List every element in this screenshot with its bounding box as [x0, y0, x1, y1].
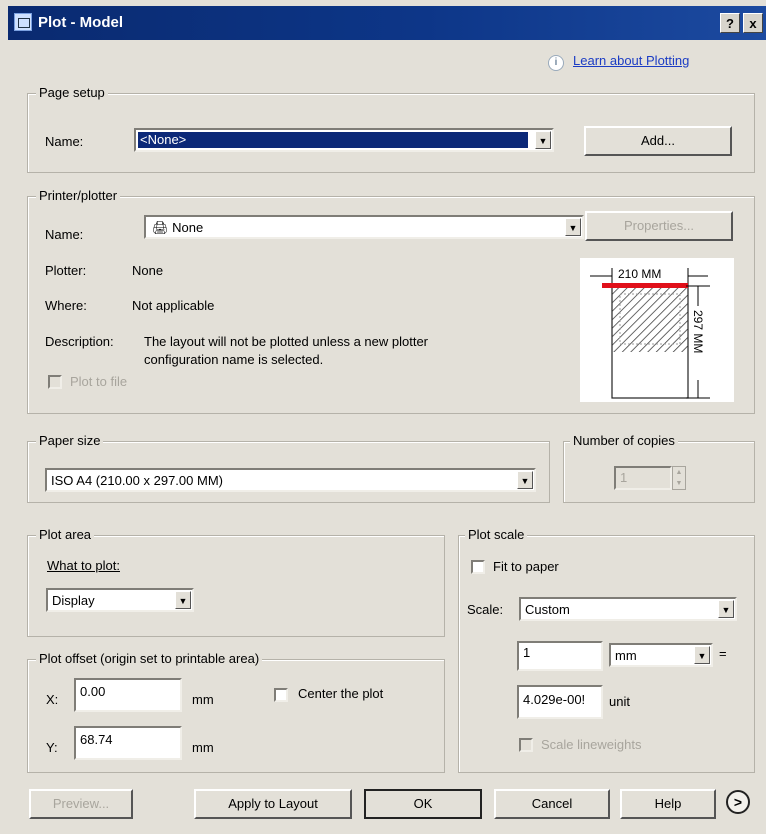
learn-about-plotting-link[interactable]: Learn about Plotting: [573, 53, 689, 68]
apply-to-layout-button[interactable]: Apply to Layout: [194, 789, 352, 819]
where-label: Where:: [45, 298, 87, 313]
scale-equals-sign: =: [719, 646, 727, 661]
close-button[interactable]: x: [743, 13, 763, 33]
printer-name-label: Name:: [45, 227, 84, 242]
scale-numerator-input[interactable]: 1: [517, 641, 603, 671]
paper-preview-graphic: 210 MM 297 MM: [590, 267, 710, 399]
plot-scale-legend: Plot scale: [465, 527, 528, 542]
y-offset-input[interactable]: 68.74: [74, 726, 182, 760]
page-setup-legend: Page setup: [36, 85, 108, 100]
chevron-down-icon[interactable]: ▼: [718, 600, 734, 618]
printer-name-value: None: [172, 220, 204, 235]
ok-button[interactable]: OK: [364, 789, 482, 819]
scale-unit-value: mm: [615, 648, 637, 663]
more-options-button[interactable]: >: [726, 790, 750, 814]
page-setup-group: Page setup Name: <None> ▼ Add...: [27, 85, 755, 173]
help-title-button[interactable]: ?: [720, 13, 740, 33]
x-offset-input[interactable]: 0.00: [74, 678, 182, 712]
scale-lineweights-label: Scale lineweights: [541, 737, 642, 752]
scale-denominator-unit: unit: [609, 694, 630, 709]
x-offset-label: X:: [46, 692, 59, 707]
fit-to-paper-checkbox[interactable]: [471, 560, 485, 574]
chevron-down-icon[interactable]: ▼: [565, 218, 581, 236]
add-page-setup-button[interactable]: Add...: [584, 126, 732, 156]
title-bar: Plot - Model ? x: [8, 6, 766, 40]
info-icon: i: [548, 55, 564, 71]
plot-scale-group: Plot scale Fit to paper Scale: Custom ▼ …: [458, 527, 755, 773]
what-to-plot-value: Display: [52, 593, 95, 608]
printable-area-hatch: [612, 286, 688, 352]
copies-input[interactable]: 1: [614, 466, 672, 490]
scale-dropdown[interactable]: Custom ▼: [519, 597, 737, 621]
chevron-down-icon[interactable]: ▼: [694, 646, 710, 664]
page-setup-name-label: Name:: [45, 134, 84, 149]
center-plot-checkbox[interactable]: [274, 688, 288, 702]
printer-name-dropdown[interactable]: 🖨 None ▼: [144, 215, 584, 239]
plot-area-group: Plot area What to plot: Display ▼: [27, 527, 445, 637]
cancel-button[interactable]: Cancel: [494, 789, 610, 819]
scale-lineweights-checkbox[interactable]: [519, 738, 533, 752]
paper-height-label: 297 MM: [691, 310, 705, 353]
chevron-down-icon[interactable]: ▼: [535, 131, 551, 149]
chevron-down-icon[interactable]: ▼: [175, 591, 191, 609]
paper-size-dropdown[interactable]: ISO A4 (210.00 x 297.00 MM) ▼: [45, 468, 536, 492]
help-button[interactable]: Help: [620, 789, 716, 819]
copies-spinner[interactable]: ▲ ▼: [672, 466, 686, 490]
plot-offset-group: Plot offset (origin set to printable are…: [27, 651, 445, 773]
plot-app-icon: [14, 13, 32, 31]
scale-denominator-input[interactable]: 4.029e-00!: [517, 685, 603, 719]
properties-button[interactable]: Properties...: [585, 211, 733, 241]
preview-button[interactable]: Preview...: [29, 789, 133, 819]
plot-dialog: Plot - Model ? x i Learn about Plotting …: [0, 0, 766, 834]
description-label: Description:: [45, 334, 114, 349]
paper-size-legend: Paper size: [36, 433, 104, 448]
paper-width-label: 210 MM: [618, 267, 661, 281]
plotter-label: Plotter:: [45, 263, 87, 278]
what-to-plot-label: What to plot:: [47, 558, 120, 573]
y-offset-unit: mm: [192, 740, 214, 755]
description-line-2: configuration name is selected.: [144, 352, 324, 367]
window-title: Plot - Model: [38, 14, 123, 31]
scale-value: Custom: [525, 602, 570, 617]
printer-icon: 🖨: [152, 220, 169, 235]
page-setup-name-dropdown[interactable]: <None> ▼: [134, 128, 554, 152]
center-plot-label: Center the plot: [298, 686, 384, 701]
plot-to-file-label: Plot to file: [70, 374, 128, 389]
paper-top-edge-marker: [602, 283, 688, 288]
paper-size-group: Paper size ISO A4 (210.00 x 297.00 MM) ▼: [27, 433, 550, 503]
scale-unit-dropdown[interactable]: mm ▼: [609, 643, 713, 667]
copies-legend: Number of copies: [570, 433, 678, 448]
x-offset-unit: mm: [192, 692, 214, 707]
scale-label: Scale:: [467, 602, 504, 617]
copies-group: Number of copies 1 ▲ ▼: [563, 433, 755, 503]
y-offset-label: Y:: [46, 740, 58, 755]
fit-to-paper-label: Fit to paper: [493, 559, 559, 574]
plot-offset-legend: Plot offset (origin set to printable are…: [36, 651, 263, 666]
page-setup-name-value: <None>: [138, 132, 528, 148]
plotter-value: None: [132, 263, 164, 278]
plot-area-legend: Plot area: [36, 527, 95, 542]
description-line-1: The layout will not be plotted unless a …: [144, 334, 429, 349]
printer-plotter-legend: Printer/plotter: [36, 188, 121, 203]
where-value: Not applicable: [132, 298, 215, 313]
paper-size-value: ISO A4 (210.00 x 297.00 MM): [51, 473, 223, 488]
plot-to-file-checkbox[interactable]: [48, 375, 62, 389]
what-to-plot-dropdown[interactable]: Display ▼: [46, 588, 194, 612]
chevron-down-icon[interactable]: ▼: [517, 471, 533, 489]
paper-preview: 210 MM 297 MM: [580, 258, 734, 402]
